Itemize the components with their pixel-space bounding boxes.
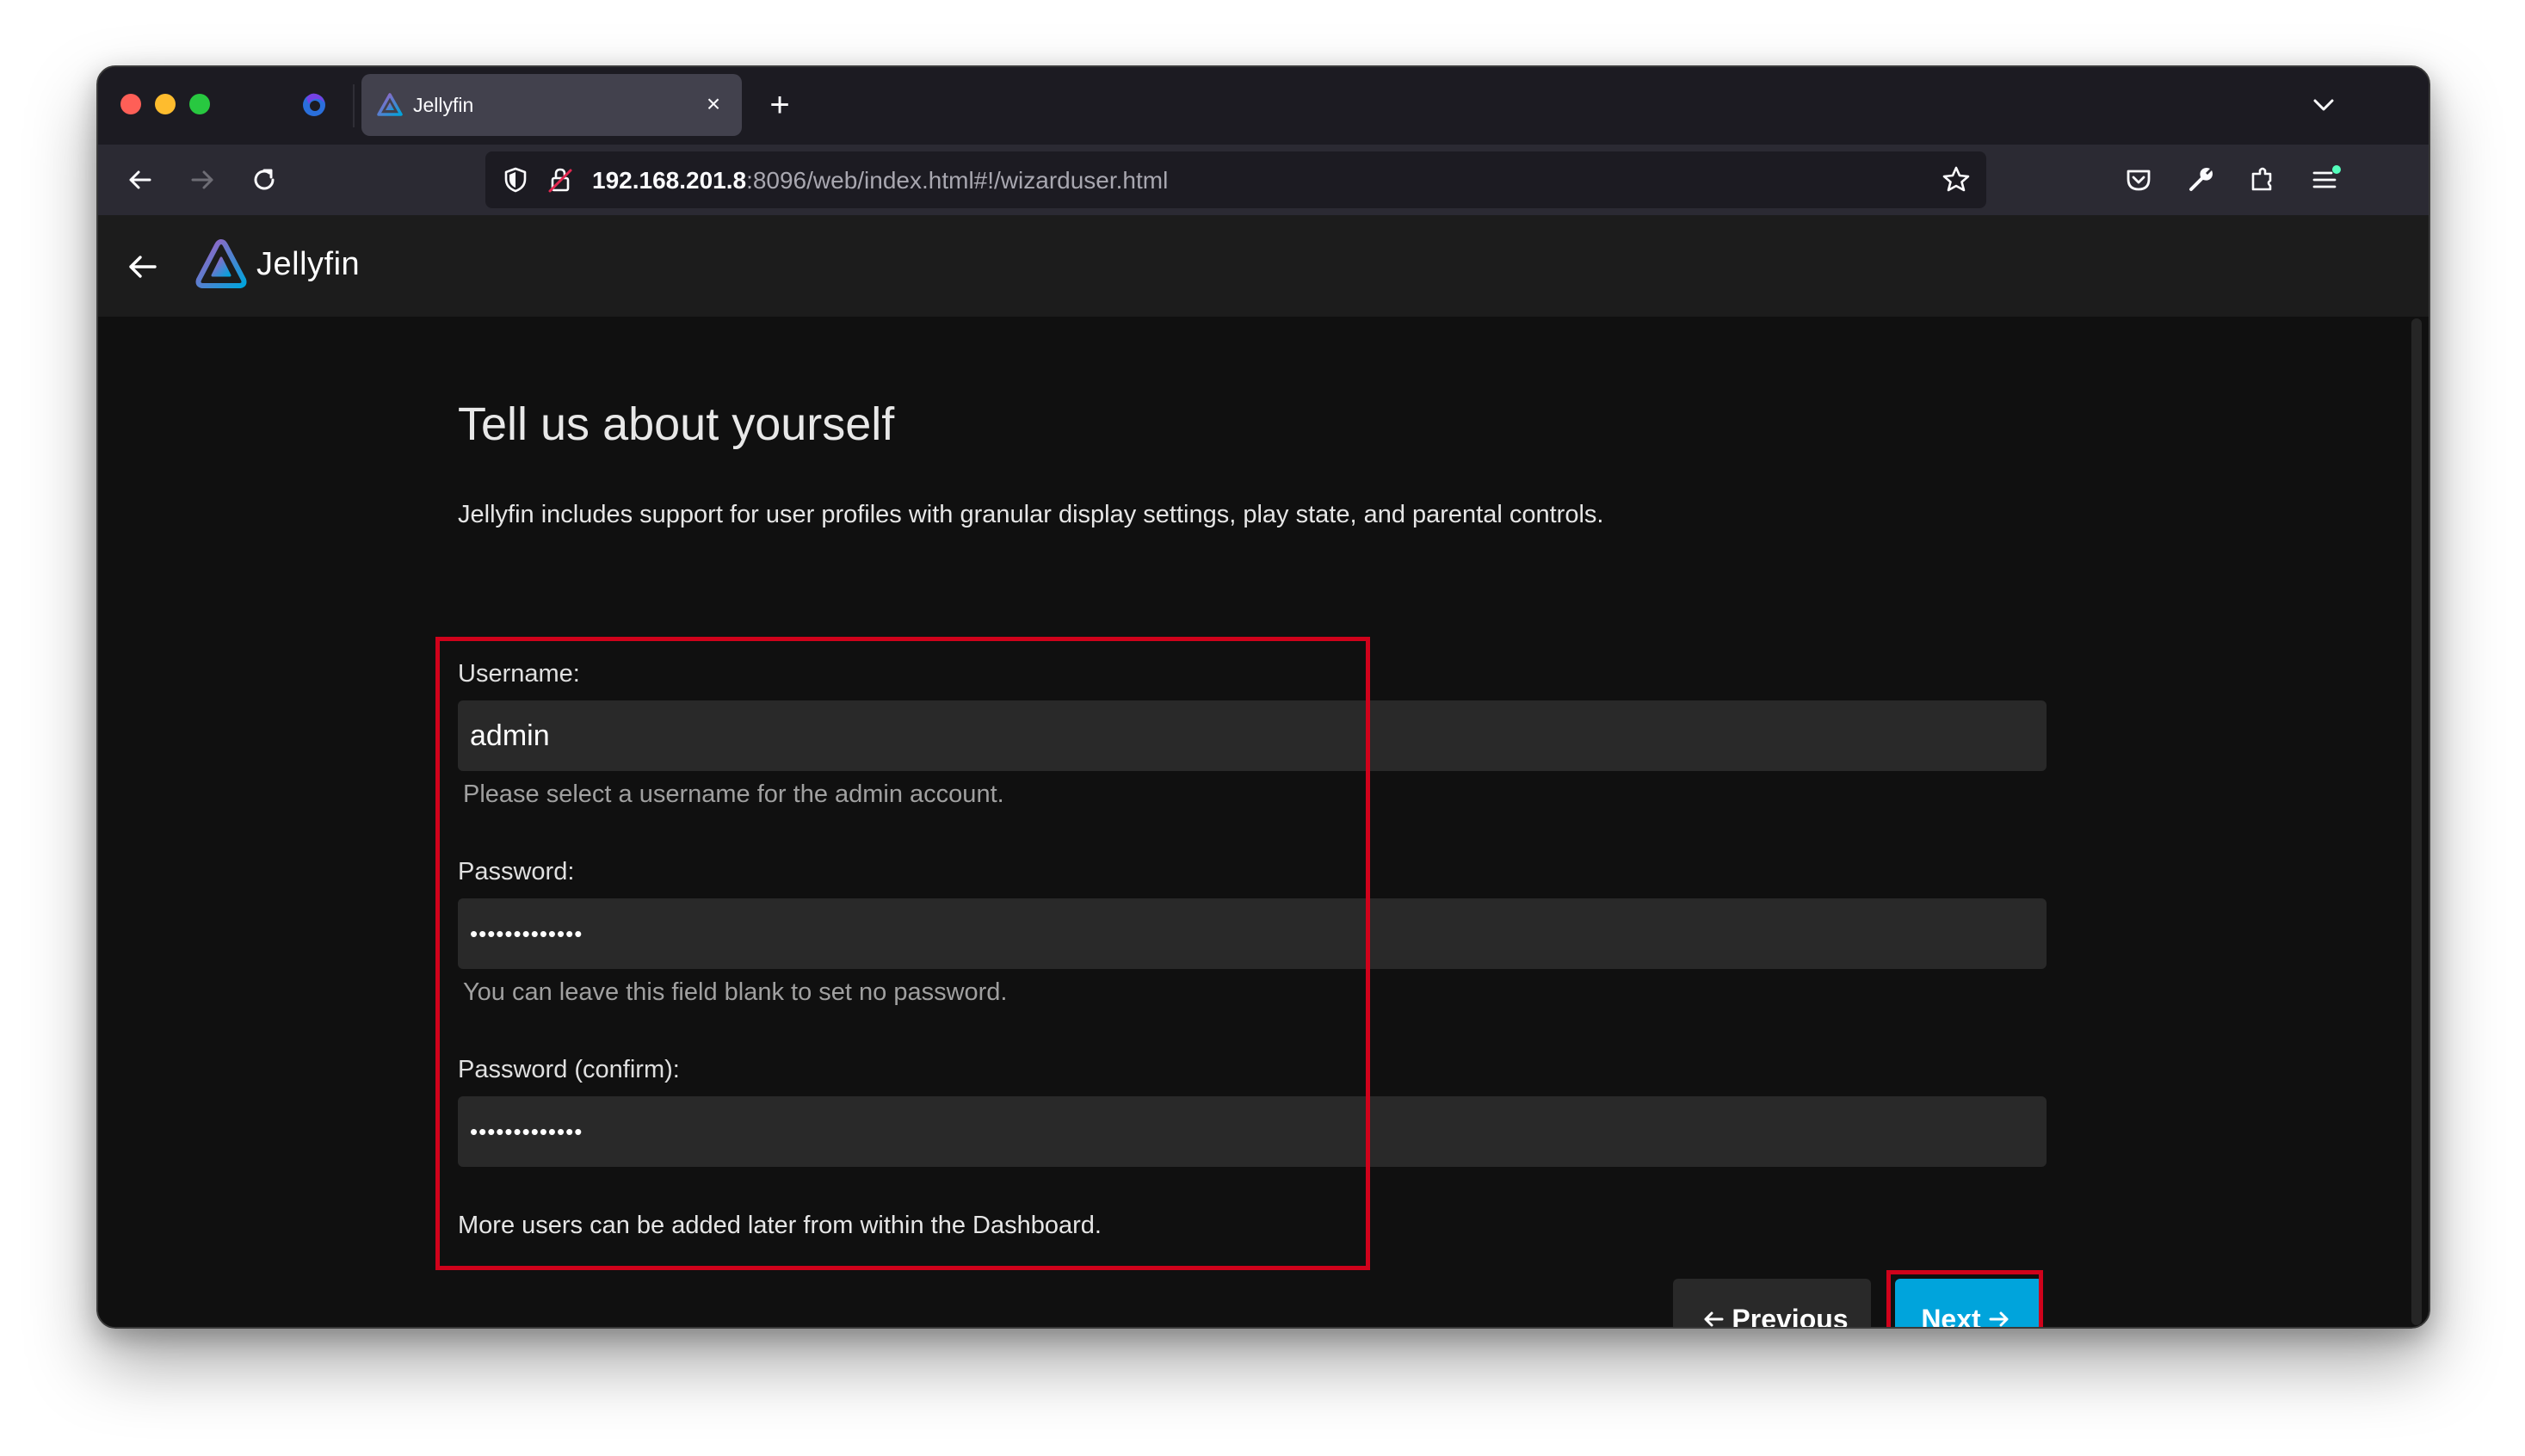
footnote-text: More users can be added later from withi… [458, 1212, 1102, 1239]
url-host: 192.168.201.8 [592, 167, 747, 194]
arrow-right-icon [1989, 1311, 2009, 1327]
arrow-left-icon [1704, 1311, 1724, 1327]
next-label: Next [1921, 1303, 1981, 1329]
list-all-tabs-icon[interactable] [2305, 86, 2343, 124]
password-label: Password: [458, 858, 575, 885]
minimize-window-button[interactable] [155, 94, 176, 114]
app-back-arrow-icon[interactable] [122, 246, 164, 287]
password-confirm-label: Password (confirm): [458, 1056, 680, 1083]
wrench-icon[interactable] [2182, 162, 2219, 198]
tab-close-icon[interactable]: × [701, 91, 726, 117]
next-button[interactable]: Next [1895, 1279, 2043, 1329]
back-arrow-icon[interactable] [122, 162, 158, 198]
jellyfin-favicon-icon [377, 93, 403, 116]
tab-divider [353, 84, 355, 127]
pocket-icon[interactable] [2121, 162, 2157, 198]
tab-strip: Jellyfin × + [98, 67, 2429, 145]
new-tab-button[interactable]: + [761, 86, 799, 124]
reload-icon[interactable] [246, 162, 282, 198]
intro-text: Jellyfin includes support for user profi… [458, 501, 1604, 528]
password-confirm-input[interactable]: ••••••••••••• [458, 1096, 2047, 1167]
navigation-bar: 192.168.201.8:8096/web/index.html#!/wiza… [98, 145, 2429, 215]
firefox-view-icon[interactable] [299, 89, 329, 119]
jellyfin-logo-icon[interactable] [194, 238, 248, 291]
app-name: Jellyfin [256, 246, 361, 282]
menu-icon[interactable] [2306, 162, 2343, 198]
bookmark-star-icon[interactable] [1940, 163, 1972, 196]
close-window-button[interactable] [120, 94, 141, 114]
tracking-protection-shield-icon[interactable] [501, 165, 530, 194]
page-scrollbar[interactable] [2411, 318, 2422, 1325]
browser-window: Jellyfin × + 192.168.201.8:8096/web/inde… [96, 65, 2430, 1329]
url-text[interactable]: 192.168.201.8:8096/web/index.html#!/wiza… [592, 167, 1168, 194]
app-header: Jellyfin [98, 215, 2429, 317]
maximize-window-button[interactable] [189, 94, 210, 114]
tab-title: Jellyfin [413, 94, 474, 116]
insecure-lock-icon[interactable] [546, 165, 575, 194]
address-bar[interactable]: 192.168.201.8:8096/web/index.html#!/wiza… [485, 151, 1986, 208]
wizard-page: Tell us about yourself Jellyfin includes… [98, 317, 2429, 1329]
page-title: Tell us about yourself [458, 398, 895, 450]
forward-arrow-icon[interactable] [184, 162, 220, 198]
url-path: :8096/web/index.html#!/wizarduser.html [746, 167, 1169, 194]
username-label: Username: [458, 660, 580, 688]
username-help: Please select a username for the admin a… [463, 780, 1004, 808]
previous-button[interactable]: Previous [1673, 1279, 1871, 1329]
password-help: You can leave this field blank to set no… [463, 978, 1008, 1006]
tab-jellyfin[interactable]: Jellyfin × [361, 74, 742, 136]
extensions-icon[interactable] [2244, 162, 2281, 198]
password-input[interactable]: ••••••••••••• [458, 898, 2047, 969]
previous-label: Previous [1732, 1303, 1849, 1329]
username-input[interactable] [458, 700, 2047, 771]
